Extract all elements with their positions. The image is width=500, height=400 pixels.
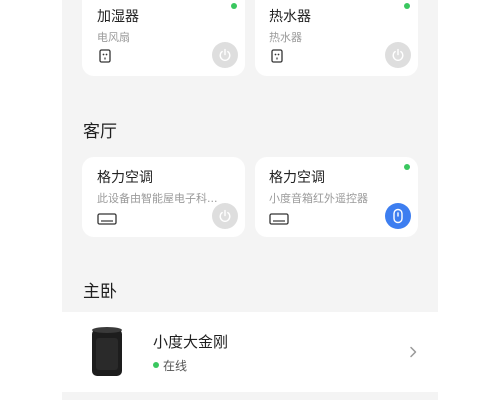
device-card-title: 热水器 [269, 9, 311, 25]
speaker-image [92, 327, 122, 376]
device-card-subtitle: 电风扇 [97, 31, 130, 44]
online-status-dot [153, 362, 159, 368]
remote-control-button[interactable] [385, 203, 411, 229]
air-conditioner-icon [97, 213, 117, 225]
device-card-ac-2[interactable]: 格力空调 小度音箱红外遥控器 [255, 157, 418, 237]
chevron-right-icon[interactable] [409, 346, 417, 358]
online-status-dot [404, 3, 410, 9]
socket-icon [99, 49, 111, 63]
air-conditioner-icon [269, 213, 289, 225]
speaker-name: 小度大金刚 [153, 333, 229, 351]
device-card-title: 格力空调 [269, 170, 325, 186]
power-icon [392, 48, 404, 61]
power-icon [219, 48, 231, 61]
power-icon [219, 209, 231, 222]
socket-icon [271, 49, 283, 63]
device-card-humidifier[interactable]: 加湿器 电风扇 [82, 0, 245, 76]
device-card-water-heater[interactable]: 热水器 热水器 [255, 0, 418, 76]
remote-icon [393, 208, 403, 224]
device-card-ac-1[interactable]: 格力空调 此设备由智能屋电子科... [82, 157, 245, 237]
device-card-subtitle: 热水器 [269, 31, 302, 44]
online-status-dot [231, 3, 237, 9]
power-button[interactable] [212, 203, 238, 229]
device-card-subtitle: 小度音箱红外遥控器 [269, 192, 368, 205]
online-status-dot [404, 164, 410, 170]
device-card-subtitle: 此设备由智能屋电子科... [97, 192, 218, 205]
power-button[interactable] [212, 42, 238, 68]
section-title-living-room: 客厅 [83, 122, 117, 142]
device-card-title: 加湿器 [97, 9, 139, 25]
section-title-bedroom: 主卧 [83, 282, 117, 302]
speaker-status: 在线 [163, 359, 188, 373]
device-card-title: 格力空调 [97, 170, 153, 186]
power-button[interactable] [385, 42, 411, 68]
